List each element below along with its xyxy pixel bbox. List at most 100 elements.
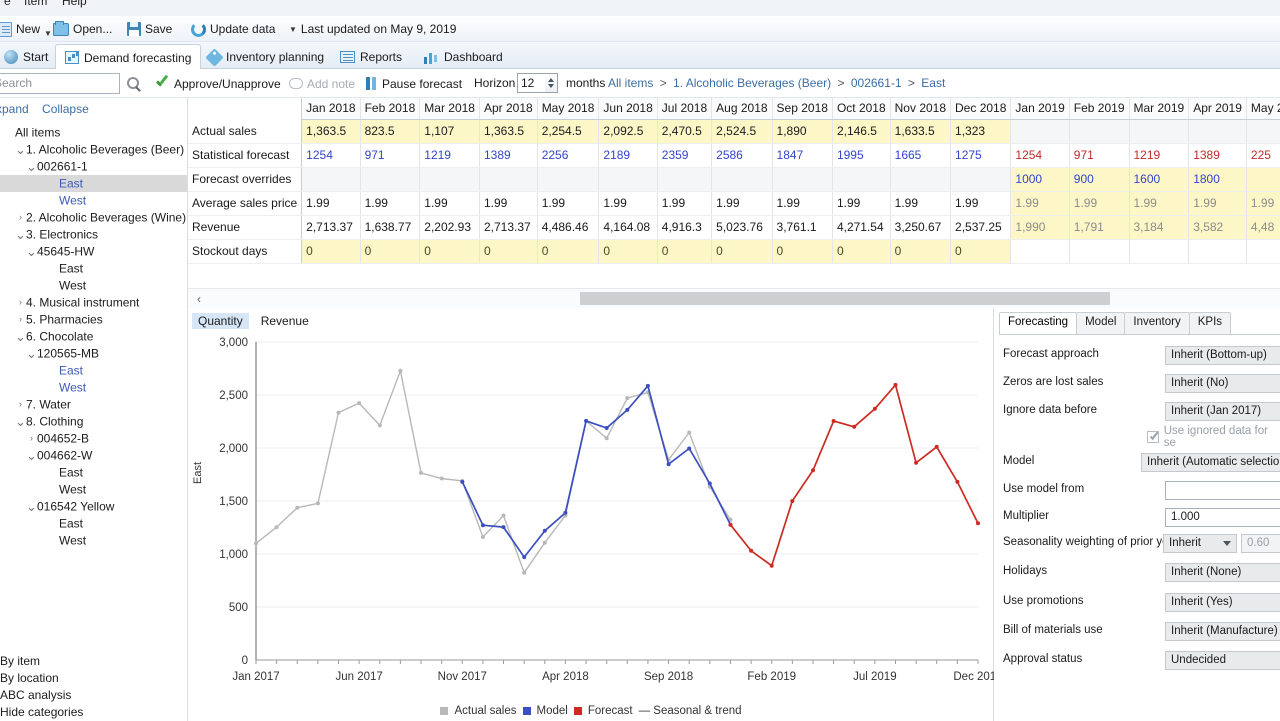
by-item-link[interactable]: By item	[0, 653, 188, 670]
table-cell[interactable]: 3,184	[1129, 215, 1190, 240]
chart-data-point[interactable]	[687, 430, 692, 435]
tree-node[interactable]: ⌄004662-W	[0, 447, 187, 464]
field-use-promotions[interactable]: Inherit (Yes)	[1165, 593, 1280, 612]
chevron-down-icon[interactable]: ⌄	[15, 415, 26, 428]
tree-node[interactable]: ⌄120565-MB	[0, 345, 187, 362]
table-cell[interactable]: 3,250.67	[890, 215, 952, 240]
menu-item-help[interactable]: Help	[62, 0, 87, 8]
add-note-button[interactable]: Add note	[289, 74, 355, 93]
chart-data-point[interactable]	[604, 436, 609, 441]
table-cell[interactable]: 4,486.46	[537, 215, 600, 240]
table-cell[interactable]: 2,713.37	[479, 215, 538, 240]
table-cell[interactable]: 1.99	[419, 191, 480, 216]
chart-data-point[interactable]	[976, 521, 980, 526]
chevron-right-icon[interactable]: ›	[26, 430, 37, 447]
table-cell[interactable]	[950, 167, 1012, 192]
table-cell[interactable]	[1069, 119, 1130, 144]
field-approval-status[interactable]: Undecided	[1165, 651, 1280, 670]
table-cell[interactable]: 1,791	[1069, 215, 1130, 240]
abc-analysis-link[interactable]: ABC analysis	[0, 687, 188, 704]
tree-node[interactable]: › 4. Musical instrument	[0, 294, 187, 311]
table-cell[interactable]	[479, 167, 538, 192]
field-ignore-data-before[interactable]: Inherit (Jan 2017)	[1165, 402, 1280, 421]
table-cell[interactable]: 1,107	[419, 119, 480, 144]
table-cell[interactable]: 1,633.5	[890, 119, 952, 144]
chart-data-point[interactable]	[687, 446, 692, 451]
table-cell[interactable]: 1.99	[1129, 191, 1190, 216]
table-cell[interactable]: 1219	[419, 143, 480, 168]
chevron-down-icon[interactable]: ⌄	[26, 245, 37, 258]
tree-node[interactable]: East	[0, 175, 187, 192]
chart-canvas[interactable]: 0 500 1,000 1,500 2,000 2,500 3,000 Jan 2017 Jun…	[188, 330, 994, 700]
table-cell[interactable]: 4,48	[1246, 215, 1280, 240]
field-seasonality-weighting[interactable]: Inherit	[1163, 534, 1237, 553]
column-header[interactable]: Jan 2019	[1010, 98, 1070, 120]
chevron-down-icon[interactable]: ⌄	[15, 228, 26, 241]
column-header[interactable]: Feb 2019	[1069, 98, 1130, 120]
column-header[interactable]: Aug 2018	[711, 98, 773, 120]
table-cell[interactable]: 1000	[1010, 167, 1070, 192]
chart-data-point[interactable]	[872, 406, 877, 411]
table-cell[interactable]: 1.99	[598, 191, 658, 216]
table-cell[interactable]: 971	[1069, 143, 1130, 168]
tab-kpis[interactable]: KPIs	[1188, 312, 1232, 334]
table-cell[interactable]: 1995	[832, 143, 891, 168]
chevron-right-icon[interactable]: ›	[15, 311, 26, 328]
scrollbar-thumb[interactable]	[580, 292, 1110, 305]
chart-data-point[interactable]	[295, 505, 300, 510]
table-cell[interactable]	[598, 167, 658, 192]
table-cell[interactable]: 1.99	[360, 191, 421, 216]
column-header[interactable]: Nov 2018	[890, 98, 952, 120]
table-cell[interactable]: 2,146.5	[832, 119, 891, 144]
tree-node[interactable]: ⌄002661-1	[0, 158, 187, 175]
tree-node[interactable]: West	[0, 379, 187, 396]
table-cell[interactable]: 2,470.5	[657, 119, 713, 144]
table-cell[interactable]	[1129, 119, 1190, 144]
chart-data-point[interactable]	[893, 382, 898, 387]
tab-inventory[interactable]: Inventory	[1124, 312, 1190, 334]
tree-node[interactable]: West	[0, 532, 187, 549]
chart-data-point[interactable]	[707, 481, 712, 486]
column-header[interactable]: Mar 2019	[1129, 98, 1190, 120]
chart-data-point[interactable]	[955, 479, 960, 484]
column-header[interactable]: Sep 2018	[772, 98, 833, 120]
chevron-down-icon[interactable]: ⌄	[15, 143, 26, 156]
chart-data-point[interactable]	[790, 499, 795, 503]
column-header[interactable]: Mar 2018	[419, 98, 480, 120]
chart-data-point[interactable]	[584, 418, 589, 423]
table-cell[interactable]	[1246, 167, 1280, 192]
chart-data-point[interactable]	[728, 522, 733, 527]
tab-reports[interactable]: Reports	[330, 44, 412, 69]
column-header[interactable]: May 2018	[537, 98, 600, 120]
pause-forecast-button[interactable]: Pause forecast	[366, 74, 462, 93]
table-cell[interactable]: 1,363.5	[301, 119, 361, 144]
table-cell[interactable]	[419, 167, 480, 192]
table-cell[interactable]: 0	[772, 239, 833, 264]
table-cell[interactable]	[657, 167, 713, 192]
table-cell[interactable]: 4,271.54	[832, 215, 891, 240]
table-cell[interactable]: 1.99	[950, 191, 1012, 216]
tree-node[interactable]: West	[0, 277, 187, 294]
table-cell[interactable]: 1.99	[537, 191, 600, 216]
use-ignored-data-checkbox[interactable]: Use ignored data for se	[1147, 425, 1280, 449]
by-location-link[interactable]: By location	[0, 670, 188, 687]
table-cell[interactable]: 0	[832, 239, 891, 264]
collapse-link[interactable]: Collapse	[42, 102, 89, 116]
breadcrumb-item-location[interactable]: East	[921, 76, 945, 90]
tab-forecasting[interactable]: Forecasting	[999, 312, 1078, 334]
table-cell[interactable]: 1275	[950, 143, 1012, 168]
chart-data-point[interactable]	[357, 401, 362, 406]
field-forecast-approach[interactable]: Inherit (Bottom-up)	[1165, 346, 1280, 365]
table-cell[interactable]	[360, 167, 421, 192]
hide-categories-link[interactable]: Hide categories	[0, 704, 188, 721]
save-button[interactable]: Save	[124, 19, 175, 39]
tree-node[interactable]: ⌄45645-HW	[0, 243, 187, 260]
table-cell[interactable]: 1.99	[832, 191, 891, 216]
grid-horizontal-scrollbar[interactable]: ‹	[188, 288, 1280, 308]
chart-data-point[interactable]	[645, 383, 650, 388]
chart-data-point[interactable]	[811, 468, 815, 473]
table-cell[interactable]: 1800	[1188, 167, 1247, 192]
chevron-down-icon[interactable]: ⌄	[26, 347, 37, 360]
forecast-data-grid[interactable]: Jan 2018 Feb 2018 Mar 2018 Apr 2018 May 2018…	[188, 98, 1280, 286]
chart-data-point[interactable]	[914, 460, 919, 465]
